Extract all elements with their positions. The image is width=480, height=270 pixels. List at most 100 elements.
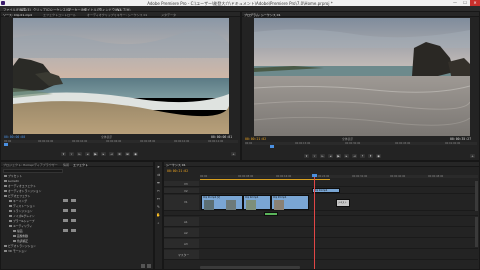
- list-item[interactable]: ユーティリティ: [9, 224, 32, 228]
- play-button[interactable]: ▶: [336, 154, 341, 158]
- folder-icon: [4, 174, 7, 178]
- export-frame-icon[interactable]: ◉: [376, 154, 381, 158]
- list-item[interactable]: 3D モーション: [4, 249, 27, 253]
- list-item[interactable]: ビデオトランジション: [4, 244, 36, 248]
- timeline-playhead[interactable]: [314, 174, 315, 269]
- clip-thumbnail: [274, 200, 284, 210]
- tab-project[interactable]: プロジェクト: Home: [3, 163, 32, 167]
- trash-icon[interactable]: [147, 264, 151, 268]
- timeline-clip[interactable]: Clip 02.mp4: [243, 195, 271, 210]
- track-header-master[interactable]: マスター: [164, 250, 199, 259]
- source-fit-select[interactable]: 全体表示: [101, 135, 112, 139]
- tab-source[interactable]: ソース: Clip 01.mp4: [3, 13, 32, 17]
- mark-out-button[interactable]: ▿: [312, 154, 317, 158]
- timeline-zoom-scrollbar[interactable]: [200, 266, 300, 269]
- go-to-out-icon[interactable]: ⇥: [109, 152, 114, 156]
- mark-out-button[interactable]: ▿: [69, 152, 74, 156]
- title-clip[interactable]: [264, 212, 278, 216]
- list-item[interactable]: 画像制御: [13, 234, 28, 238]
- timeline-clip[interactable]: Clip 03.mp4: [271, 195, 309, 210]
- razor-tool-icon[interactable]: ✂: [156, 189, 161, 194]
- work-area-bar[interactable]: [200, 179, 330, 180]
- step-back-icon[interactable]: ◂: [328, 154, 333, 158]
- tab-effects[interactable]: エフェクト: [73, 163, 88, 167]
- video-track-scrollbar[interactable]: [475, 181, 478, 211]
- extract-button[interactable]: ⇞: [368, 154, 373, 158]
- step-forward-icon[interactable]: ▸: [344, 154, 349, 158]
- track-header-v1[interactable]: V1: [164, 195, 199, 210]
- effects-search-input[interactable]: [3, 169, 63, 173]
- track-label: V3: [184, 182, 188, 186]
- source-video-frame[interactable]: [13, 18, 229, 134]
- tab-audio-clip-mixer[interactable]: オーディオクリップミキサー: シーケンス 01: [87, 13, 147, 17]
- go-to-out-icon[interactable]: ⇥: [352, 154, 357, 158]
- ruler-tick: 00:00:10:00: [174, 139, 190, 143]
- tab-metadata[interactable]: メタデータ: [161, 13, 176, 17]
- list-item[interactable]: ブラー&シャープ: [9, 219, 35, 223]
- button-editor-icon[interactable]: +: [470, 154, 475, 158]
- go-to-in-icon[interactable]: ⇤: [320, 154, 325, 158]
- mark-in-button[interactable]: ▾: [61, 152, 66, 156]
- lift-button[interactable]: ⇡: [360, 154, 365, 158]
- list-item[interactable]: キーイング: [9, 199, 27, 203]
- timeline-ruler[interactable]: 00:00 00:00:08:00 00:00:16:00 00:00:24:0…: [200, 175, 478, 178]
- tab-effect-controls[interactable]: エフェクトコントロール: [43, 13, 76, 17]
- hand-tool-icon[interactable]: ✋: [156, 213, 161, 218]
- source-playhead-icon[interactable]: [4, 143, 8, 146]
- track-header-a1[interactable]: A1: [164, 217, 199, 226]
- track-header-a3[interactable]: A3: [164, 239, 199, 248]
- timeline-clip[interactable]: Clip 01.mp4 [V]: [201, 195, 243, 210]
- list-item[interactable]: プリセット: [4, 174, 22, 178]
- ruler-tick: 00:00:08:00: [140, 139, 156, 143]
- list-item[interactable]: オーディオトランジション: [4, 189, 41, 193]
- ripple-edit-tool-icon[interactable]: ⇹: [156, 181, 161, 186]
- source-current-timecode[interactable]: 00:00:00:00: [4, 135, 25, 139]
- track-select-tool-icon[interactable]: ⇉: [156, 173, 161, 178]
- list-item[interactable]: トランジション: [9, 209, 33, 213]
- tab-program[interactable]: プログラム: シーケンス 01: [244, 13, 281, 17]
- program-fit-select[interactable]: 全体表示: [342, 137, 353, 141]
- program-video-frame[interactable]: [254, 18, 470, 136]
- list-item[interactable]: ビデオエフェクト: [4, 194, 30, 198]
- play-button[interactable]: ▶: [93, 152, 98, 156]
- list-item[interactable]: ディストーション: [9, 204, 35, 208]
- program-current-timecode[interactable]: 00:00:21:02: [245, 137, 266, 141]
- source-time-ruler[interactable]: 00:00 00:00:02:00 00:00:04:00 00:00:06:0…: [4, 140, 238, 143]
- timeline-current-timecode[interactable]: 00:00:21:02: [167, 169, 188, 173]
- audio-track-scrollbar[interactable]: [475, 217, 478, 247]
- tab-sequence[interactable]: シーケンス 01: [166, 163, 186, 167]
- pen-tool-icon[interactable]: ✎: [156, 205, 161, 210]
- step-forward-icon[interactable]: ▸: [101, 152, 106, 156]
- clip-label: Clip 03.mp4: [273, 196, 287, 199]
- track-header-v2[interactable]: V2: [164, 188, 199, 193]
- button-editor-icon[interactable]: +: [231, 152, 236, 156]
- program-playhead-icon[interactable]: [270, 145, 274, 148]
- program-time-ruler[interactable]: 00:00 00:00:15:00 00:00:30:00 00:00:45:0…: [245, 142, 477, 145]
- step-back-icon[interactable]: ◂: [85, 152, 90, 156]
- list-item[interactable]: Lumetri: [4, 179, 19, 183]
- timeline-clip[interactable]: テキスト: [336, 199, 350, 207]
- list-item[interactable]: ノイズ&グレイン: [9, 214, 35, 218]
- tab-info[interactable]: 情報: [63, 163, 69, 167]
- tab-media-browser[interactable]: メディアブラウザー: [31, 163, 58, 167]
- timeline-clip[interactable]: Clip 04.mp4: [312, 188, 340, 193]
- list-item[interactable]: オーディオエフェクト: [4, 184, 36, 188]
- ruler-tick: 00:00:02:00: [38, 139, 54, 143]
- program-duration-timecode: 00:00:35:27: [450, 137, 472, 141]
- export-frame-icon[interactable]: ◉: [133, 152, 138, 156]
- zoom-tool-icon[interactable]: ⌕: [156, 221, 161, 226]
- selection-tool-icon[interactable]: ➤: [156, 165, 161, 170]
- new-bin-icon[interactable]: [141, 264, 145, 268]
- list-item[interactable]: 色調補正: [13, 239, 28, 243]
- track-header-a2[interactable]: A2: [164, 228, 199, 237]
- overwrite-button[interactable]: ⊞: [125, 152, 130, 156]
- playhead-handle-icon[interactable]: [312, 174, 317, 177]
- go-to-in-icon[interactable]: ⇤: [77, 152, 82, 156]
- folder-icon: [9, 199, 12, 203]
- list-item[interactable]: 描画: [13, 229, 23, 233]
- mark-in-button[interactable]: ▾: [304, 154, 309, 158]
- track-header-v3[interactable]: V3: [164, 181, 199, 186]
- slip-tool-icon[interactable]: ↔: [156, 197, 161, 202]
- insert-button[interactable]: ⊕: [117, 152, 122, 156]
- track-a3: A3: [164, 239, 478, 249]
